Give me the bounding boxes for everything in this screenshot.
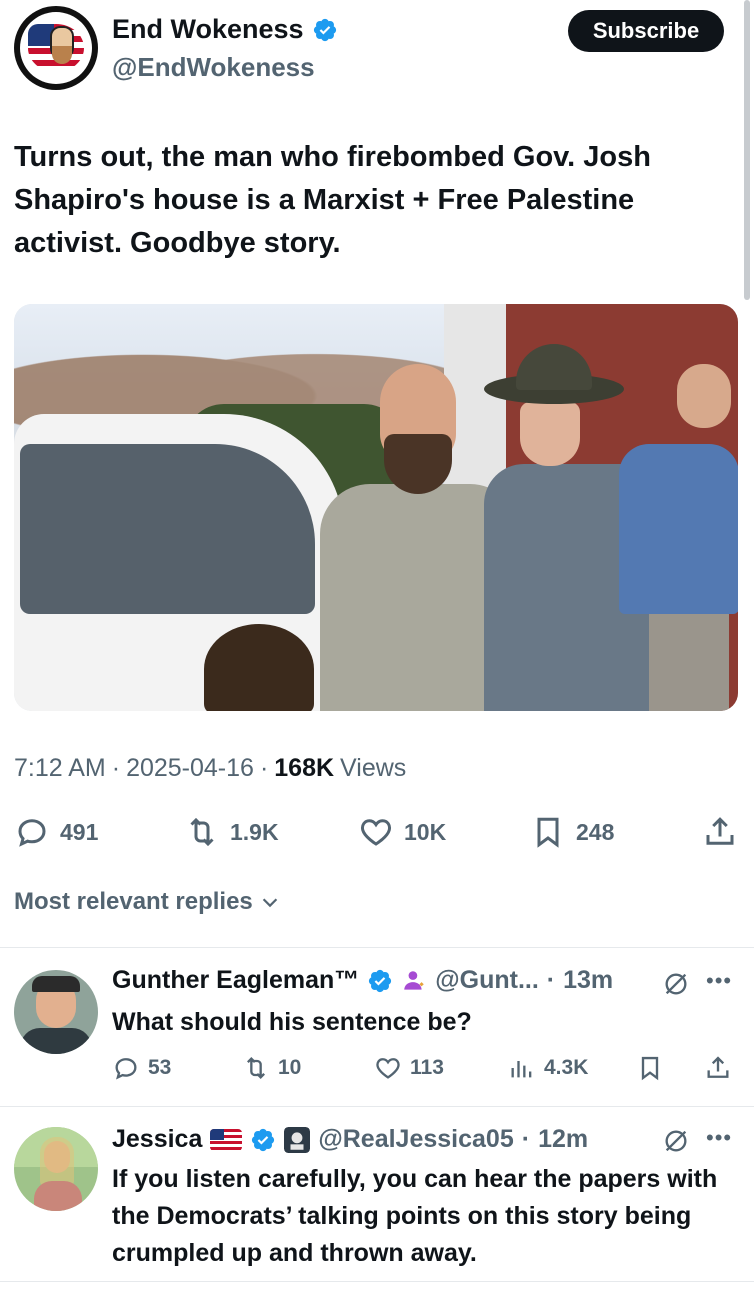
bystander-shirt bbox=[619, 444, 738, 614]
bookmark-icon bbox=[641, 1056, 659, 1081]
reply-author-handle[interactable]: @Gunt... bbox=[435, 966, 539, 995]
more-icon[interactable]: ••• bbox=[706, 1125, 732, 1151]
reply-button[interactable]: 491 bbox=[14, 810, 98, 854]
author-name-row: End Wokeness bbox=[112, 14, 338, 45]
reply-count: 491 bbox=[60, 818, 99, 845]
views-count: 4.3K bbox=[544, 1056, 589, 1079]
tweet-text: Turns out, the man who firebombed Gov. J… bbox=[14, 141, 651, 259]
repost-icon bbox=[190, 817, 214, 847]
tweet-action-bar: 491 1.9K 10K 248 bbox=[14, 810, 740, 854]
views-count: 168K bbox=[274, 754, 335, 782]
like-count: 113 bbox=[410, 1056, 444, 1079]
like-button[interactable]: 10K bbox=[358, 810, 446, 854]
repost-icon bbox=[247, 1057, 265, 1079]
repost-button[interactable]: 10 bbox=[242, 1050, 301, 1086]
reply-avatar[interactable] bbox=[14, 1127, 98, 1211]
replies-sort-dropdown[interactable]: Most relevant replies bbox=[14, 888, 281, 916]
grok-icon[interactable] bbox=[662, 1127, 690, 1155]
reply-author-handle[interactable]: @RealJessica05 bbox=[318, 1125, 513, 1154]
tweet-media-photo[interactable] bbox=[14, 304, 738, 711]
heart-icon bbox=[361, 819, 391, 846]
bookmark-icon bbox=[537, 817, 559, 848]
replies-sort-label: Most relevant replies bbox=[14, 888, 253, 915]
meta-separator: · bbox=[111, 754, 121, 782]
meta-separator: · bbox=[546, 966, 556, 994]
reply-item[interactable]: Jessica @RealJessica05 · 12m ••• If you … bbox=[0, 1107, 754, 1281]
repost-count: 10 bbox=[278, 1056, 302, 1079]
reply-avatar[interactable] bbox=[14, 970, 98, 1054]
divider bbox=[0, 1281, 754, 1282]
author-handle[interactable]: @EndWokeness bbox=[112, 52, 315, 83]
reply-button[interactable]: 53 bbox=[112, 1050, 171, 1086]
share-button[interactable] bbox=[704, 1050, 732, 1086]
more-icon[interactable]: ••• bbox=[706, 968, 732, 994]
reply-bubble-icon bbox=[115, 1058, 137, 1080]
tweet-header: End Wokeness @EndWokeness Subscribe bbox=[0, 0, 754, 100]
affiliate-badge-icon bbox=[284, 1126, 311, 1153]
reply-text: If you listen carefully, you can hear th… bbox=[112, 1165, 718, 1267]
bystander-pants bbox=[649, 614, 729, 711]
trooper-face bbox=[520, 402, 580, 466]
share-icon bbox=[706, 817, 734, 845]
bookmark-button[interactable]: 248 bbox=[530, 810, 614, 854]
reply-author-name[interactable]: Jessica bbox=[112, 1125, 202, 1154]
tweet-time[interactable]: 7:12 AM bbox=[14, 754, 106, 783]
reply-bubble-icon bbox=[18, 819, 46, 847]
tweet-meta: 7:12 AM · 2025-04-16 · 168K Views bbox=[14, 754, 406, 783]
heart-icon bbox=[376, 1058, 400, 1079]
avatar-body bbox=[34, 1181, 82, 1211]
author-display-name[interactable]: End Wokeness bbox=[112, 14, 304, 45]
us-flag-icon bbox=[210, 1128, 243, 1151]
verified-badge-icon bbox=[369, 969, 392, 992]
photo-car-window bbox=[20, 444, 315, 614]
reply-author-name[interactable]: Gunther Eagleman™ bbox=[112, 966, 359, 995]
like-count: 10K bbox=[404, 818, 447, 845]
like-button[interactable]: 113 bbox=[374, 1050, 444, 1086]
reply-item[interactable]: Gunther Eagleman™ @Gunt... · 13m ••• Wha… bbox=[0, 948, 754, 1106]
views-label: Views bbox=[340, 754, 407, 782]
share-button[interactable] bbox=[702, 810, 738, 854]
subscribe-button[interactable]: Subscribe bbox=[568, 10, 724, 52]
verified-badge-icon bbox=[252, 1128, 275, 1151]
photo-car-badge bbox=[204, 624, 314, 711]
bookmark-button[interactable] bbox=[636, 1050, 664, 1086]
person-badge-icon bbox=[404, 970, 425, 990]
reply-text: What should his sentence be? bbox=[112, 1008, 472, 1036]
photo-bystander bbox=[619, 364, 738, 711]
views-button[interactable]: 4.3K bbox=[508, 1050, 588, 1086]
avatar-hair bbox=[40, 1137, 74, 1187]
avatar-cap bbox=[32, 976, 80, 992]
bystander-head bbox=[677, 364, 731, 428]
tweet-date[interactable]: 2025-04-16 bbox=[126, 754, 254, 783]
repost-button[interactable]: 1.9K bbox=[184, 810, 279, 854]
reply-header: Jessica @RealJessica05 · 12m bbox=[112, 1125, 588, 1154]
reply-action-bar: 53 10 113 4.3K bbox=[112, 1050, 742, 1086]
grok-icon[interactable] bbox=[662, 970, 690, 998]
trooper-hat-crown bbox=[516, 344, 592, 390]
views-bar-icon bbox=[511, 1061, 532, 1078]
author-avatar[interactable] bbox=[14, 6, 98, 90]
repost-count: 1.9K bbox=[230, 818, 279, 845]
bookmark-count: 248 bbox=[576, 818, 615, 845]
meta-separator: · bbox=[521, 1125, 531, 1153]
verified-badge-icon bbox=[313, 18, 336, 41]
meta-separator: · bbox=[259, 754, 269, 782]
share-icon bbox=[707, 1056, 729, 1078]
reply-time[interactable]: 13m bbox=[563, 966, 613, 995]
avatar-shirt bbox=[20, 1028, 92, 1054]
chevron-down-icon bbox=[262, 898, 277, 908]
reply-header: Gunther Eagleman™ @Gunt... · 13m bbox=[112, 966, 613, 995]
reply-count: 53 bbox=[148, 1056, 172, 1079]
reply-time[interactable]: 12m bbox=[538, 1125, 588, 1154]
